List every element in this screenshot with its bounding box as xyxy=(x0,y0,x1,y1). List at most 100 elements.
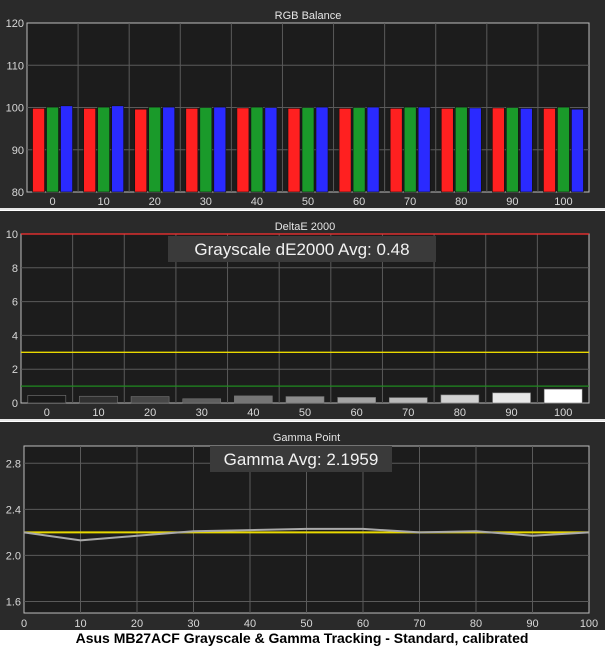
bar xyxy=(557,106,570,193)
y-tick-label: 8 xyxy=(12,263,18,275)
y-tick-label: 2.4 xyxy=(6,504,21,516)
x-tick-label: 40 xyxy=(251,196,263,208)
bar xyxy=(185,108,199,193)
x-tick-label: 10 xyxy=(92,407,104,419)
bar xyxy=(236,107,250,193)
bar xyxy=(520,108,533,193)
panel-title: RGB Balance xyxy=(275,10,342,22)
bar xyxy=(182,398,222,404)
x-tick-label: 100 xyxy=(580,618,598,630)
bar xyxy=(315,106,329,193)
y-tick-label: 1.6 xyxy=(6,596,21,608)
bar xyxy=(46,106,59,193)
gamma-grayscale-figure: RGB Balance80901001101200 10 20 30 40 50 60 70 8… xyxy=(0,0,605,646)
bar xyxy=(492,392,531,404)
x-tick-label: 80 xyxy=(454,407,466,419)
bar xyxy=(543,108,556,193)
bar xyxy=(213,106,227,193)
y-tick-label: 6 xyxy=(12,297,18,309)
y-tick-label: 110 xyxy=(6,60,24,72)
panel-title: DeltaE 2000 xyxy=(275,221,336,233)
bar xyxy=(148,106,162,193)
bar xyxy=(162,106,176,193)
bar xyxy=(388,397,428,404)
x-tick-label: 90 xyxy=(505,407,517,419)
bar xyxy=(403,106,417,193)
x-tick-label: 10 xyxy=(74,618,86,630)
figure: RGB Balance 80 90 100 110 120 0 10 20 30 40 50 60 70 8… xyxy=(0,0,605,652)
y-tick-label: 80 xyxy=(12,187,24,199)
y-tick-label: 4 xyxy=(12,330,18,342)
x-tick-label: 0 xyxy=(44,407,50,419)
bar xyxy=(366,106,380,193)
y-tick-label: 0 xyxy=(12,398,18,410)
x-tick-label: 80 xyxy=(470,618,482,630)
x-tick-label: 50 xyxy=(299,407,311,419)
y-tick-label: 90 xyxy=(12,145,24,157)
x-tick-label: 30 xyxy=(196,407,208,419)
bar xyxy=(264,107,278,193)
y-tick-label: 2 xyxy=(12,364,18,376)
y-tick-label: 2.0 xyxy=(6,550,21,562)
bar xyxy=(130,396,170,404)
bar xyxy=(27,395,67,404)
bar xyxy=(234,395,273,404)
annotation-label: Gamma Avg: 2.1959 xyxy=(224,450,379,469)
panel-title: Gamma Point xyxy=(273,432,340,444)
x-tick-label: 90 xyxy=(526,618,538,630)
bar xyxy=(417,106,431,193)
y-tick-label: 100 xyxy=(6,103,24,115)
y-tick-label: 2.8 xyxy=(6,458,21,470)
bar xyxy=(111,105,124,193)
x-tick-label: 100 xyxy=(554,407,572,419)
x-tick-label: 40 xyxy=(244,618,256,630)
bar xyxy=(440,394,480,404)
x-tick-label: 30 xyxy=(200,196,212,208)
panel-3: Gamma Point 1.6 2.0 2.4 2.8 0 10 20 30 40 50 60 70 80… xyxy=(0,422,605,630)
x-tick-label: 70 xyxy=(404,196,416,208)
bar xyxy=(571,108,584,193)
bar xyxy=(352,107,366,193)
bar xyxy=(440,108,454,193)
bar xyxy=(506,107,519,193)
x-tick-label: 0 xyxy=(21,618,27,630)
bar xyxy=(287,108,301,193)
bar xyxy=(83,108,96,193)
bar xyxy=(543,388,583,404)
x-tick-label: 20 xyxy=(144,407,156,419)
bar xyxy=(97,106,110,193)
x-tick-label: 80 xyxy=(455,196,467,208)
bar xyxy=(301,107,315,193)
x-tick-label: 100 xyxy=(554,196,572,208)
x-tick-label: 30 xyxy=(187,618,199,630)
bar xyxy=(250,106,264,193)
y-tick-label: 10 xyxy=(6,229,18,241)
bar xyxy=(468,107,482,193)
annotation-label: Grayscale dE2000 Avg: 0.48 xyxy=(194,240,409,259)
bar xyxy=(389,108,403,193)
x-tick-label: 90 xyxy=(506,196,518,208)
bar xyxy=(32,108,45,193)
bar xyxy=(492,107,505,193)
x-tick-label: 10 xyxy=(98,196,110,208)
x-tick-label: 20 xyxy=(149,196,161,208)
bar xyxy=(79,395,118,404)
x-tick-label: 50 xyxy=(300,618,312,630)
figure-caption: Asus MB27ACF Grayscale & Gamma Tracking … xyxy=(76,630,529,646)
x-tick-label: 70 xyxy=(413,618,425,630)
x-tick-label: 0 xyxy=(49,196,55,208)
bar xyxy=(338,108,352,193)
x-tick-label: 60 xyxy=(351,407,363,419)
x-tick-label: 60 xyxy=(353,196,365,208)
bar xyxy=(134,108,148,193)
x-tick-label: 60 xyxy=(357,618,369,630)
bar xyxy=(199,107,213,193)
panel-2: DeltaE 200002468100 10 20 30 40 50 60 70 80 90 100… xyxy=(0,211,605,419)
x-tick-label: 40 xyxy=(247,407,259,419)
x-tick-label: 50 xyxy=(302,196,314,208)
bar xyxy=(337,397,376,404)
x-tick-label: 20 xyxy=(131,618,143,630)
x-tick-label: 70 xyxy=(402,407,414,419)
bar xyxy=(285,396,325,404)
bar xyxy=(454,106,468,193)
